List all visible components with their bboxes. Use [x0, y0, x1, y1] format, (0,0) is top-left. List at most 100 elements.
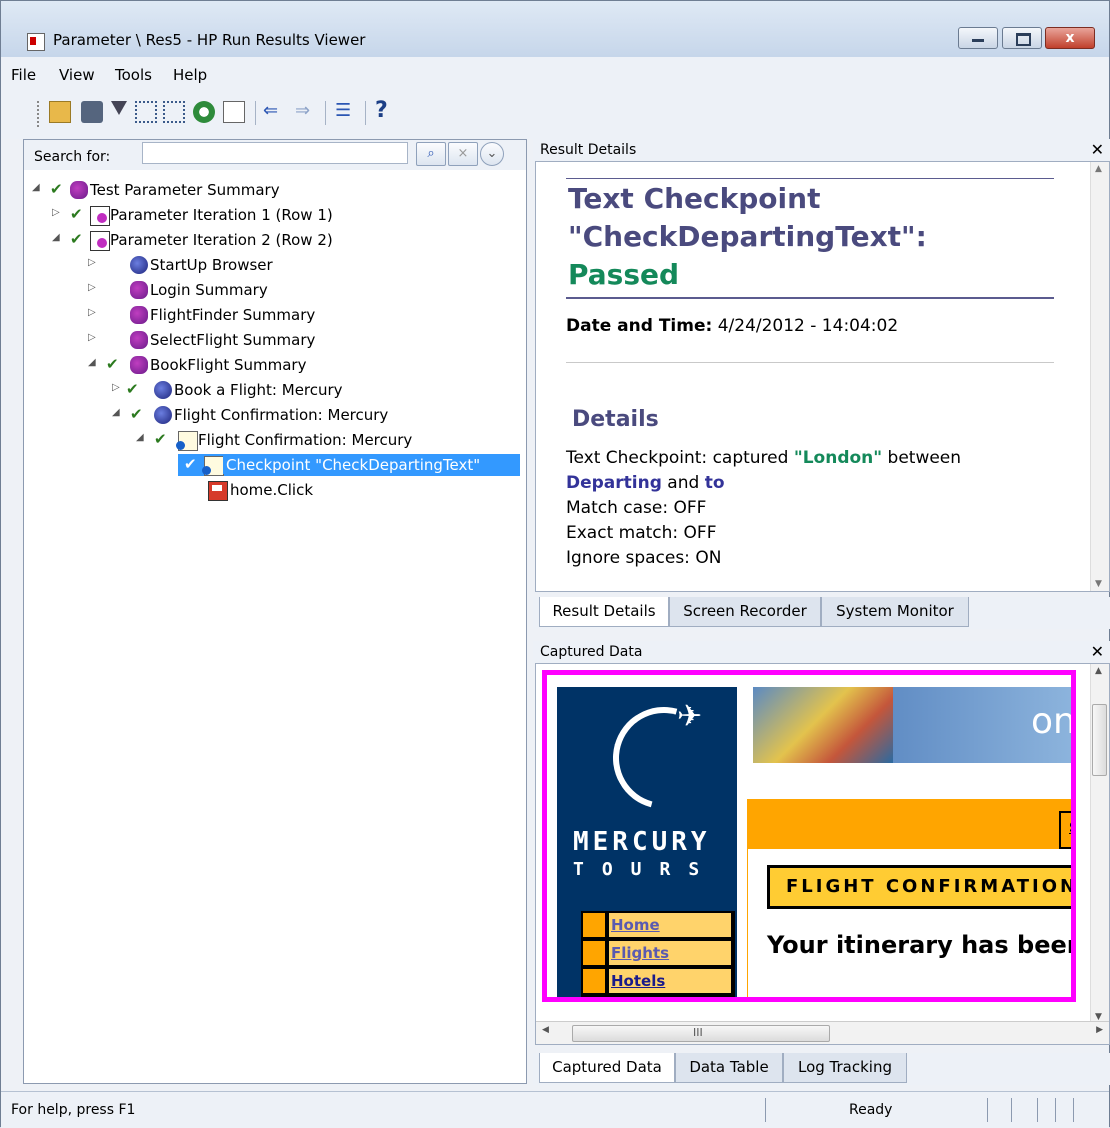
expanded-arrow-icon[interactable]: ◢ — [112, 407, 120, 418]
divider — [566, 178, 1054, 179]
toolbar-grip[interactable] — [37, 101, 43, 127]
search-button[interactable]: ⌕ — [416, 142, 446, 166]
app-icon — [27, 33, 45, 51]
passed-check-icon: ✔ — [70, 230, 83, 248]
menu-help[interactable]: Help — [173, 66, 207, 84]
scroll-thumb[interactable]: III — [572, 1025, 830, 1042]
mercury-banner: on — [753, 687, 1071, 763]
flight-confirmation-banner: FLIGHT CONFIRMATION — [767, 865, 1071, 909]
scroll-thumb[interactable] — [1092, 704, 1107, 776]
find-icon[interactable] — [193, 101, 215, 123]
tab-system-monitor[interactable]: System Monitor — [821, 597, 969, 627]
forward-icon[interactable]: ⇒ — [295, 101, 317, 123]
toolbar-separator — [365, 101, 366, 125]
passed-check-icon: ✔ — [130, 405, 143, 423]
menu-tools[interactable]: Tools — [115, 66, 152, 84]
captured-horizontal-scrollbar[interactable]: ◀ III ▶ — [536, 1021, 1109, 1044]
nav-link-home[interactable]: Home — [609, 913, 731, 937]
print-icon[interactable] — [81, 101, 103, 123]
passed-check-icon: ✔ — [50, 180, 63, 198]
orange-bar-box[interactable]: S — [1059, 811, 1071, 849]
collapsed-arrow-icon[interactable]: ▷ — [52, 207, 60, 218]
minimize-icon — [972, 39, 984, 42]
nav-bullet — [583, 941, 605, 965]
iteration-icon — [90, 231, 110, 251]
app-window: Parameter \ Res5 - HP Run Results Viewer… — [0, 0, 1110, 1128]
nav-item[interactable]: Hotels — [583, 967, 733, 995]
clear-icon: × — [457, 146, 469, 161]
minimize-button[interactable] — [958, 27, 998, 49]
scroll-down-icon[interactable]: ▼ — [1095, 579, 1102, 589]
nav-item[interactable]: Flights — [583, 939, 733, 967]
tab-result-details[interactable]: Result Details — [539, 597, 669, 627]
scroll-up-icon[interactable]: ▲ — [1095, 666, 1102, 676]
status-separator — [1055, 1098, 1056, 1122]
details-suffix: between — [882, 448, 962, 468]
result-details-panel: Result Details ✕ Text Checkpoint "CheckD… — [533, 139, 1110, 631]
scroll-left-icon[interactable]: ◀ — [542, 1025, 549, 1035]
tab-log-tracking[interactable]: Log Tracking — [783, 1053, 907, 1083]
search-row: Search for: ⌕ × ⌄ — [24, 140, 526, 170]
collapsed-arrow-icon[interactable]: ▷ — [112, 382, 120, 393]
search-options-button[interactable]: ⌄ — [480, 142, 504, 166]
filter-icon[interactable] — [111, 101, 127, 115]
chevron-down-icon: ⌄ — [486, 146, 498, 161]
search-input[interactable] — [142, 142, 408, 164]
expand-all-icon[interactable] — [135, 101, 157, 123]
expanded-arrow-icon[interactable]: ◢ — [88, 357, 96, 368]
menu-view[interactable]: View — [59, 66, 95, 84]
date-time: Date and Time: 4/24/2012 - 14:04:02 — [566, 316, 898, 336]
tree-node-label: Checkpoint "CheckDepartingText" — [223, 456, 484, 474]
collapsed-arrow-icon[interactable]: ▷ — [88, 307, 96, 318]
click-step-icon — [208, 481, 228, 501]
list-icon[interactable]: ☰ — [335, 101, 357, 123]
nav-link-flights[interactable]: Flights — [609, 941, 731, 965]
status-separator — [1011, 1098, 1012, 1122]
passed-check-icon: ✔ — [70, 205, 83, 223]
expanded-arrow-icon[interactable]: ◢ — [136, 432, 144, 443]
result-details-header: Result Details ✕ — [533, 139, 1110, 161]
status-passed: Passed — [568, 258, 680, 291]
passed-check-icon: ✔ — [184, 455, 197, 473]
nav-item[interactable]: Home — [583, 911, 733, 939]
collapsed-arrow-icon[interactable]: ▷ — [88, 282, 96, 293]
open-icon[interactable] — [49, 101, 71, 123]
collapsed-arrow-icon[interactable]: ▷ — [88, 332, 96, 343]
collapse-all-icon[interactable] — [163, 101, 185, 123]
close-icon[interactable]: ✕ — [1091, 642, 1104, 661]
plane-icon: ✈ — [677, 699, 703, 734]
captured-vertical-scrollbar[interactable]: ▲ ▼ — [1090, 664, 1109, 1024]
tree-node-label: Parameter Iteration 2 (Row 2) — [110, 231, 333, 249]
toolbar-separator — [255, 101, 256, 125]
close-button[interactable]: x — [1045, 27, 1095, 49]
status-help: For help, press F1 — [11, 1102, 136, 1118]
toolbar-separator — [325, 101, 326, 125]
maximize-button[interactable] — [1002, 27, 1042, 49]
menu-file[interactable]: File — [11, 66, 36, 84]
passed-check-icon: ✔ — [154, 430, 167, 448]
tab-data-table[interactable]: Data Table — [675, 1053, 783, 1083]
result-details-body: Text Checkpoint "CheckDepartingText": Pa… — [535, 161, 1110, 592]
help-icon[interactable]: ? — [375, 100, 397, 123]
close-icon[interactable]: ✕ — [1091, 140, 1104, 159]
tab-captured-data[interactable]: Captured Data — [539, 1053, 675, 1083]
nav-link-hotels[interactable]: Hotels — [609, 969, 731, 993]
tab-screen-recorder[interactable]: Screen Recorder — [669, 597, 821, 627]
scroll-right-icon[interactable]: ▶ — [1096, 1025, 1103, 1035]
ignore-spaces: Ignore spaces: ON — [566, 548, 722, 568]
details-scrollbar[interactable]: ▲ ▼ — [1090, 162, 1109, 591]
expanded-arrow-icon[interactable]: ◢ — [32, 182, 40, 193]
scroll-up-icon[interactable]: ▲ — [1095, 164, 1102, 174]
status-separator — [765, 1098, 766, 1122]
expanded-arrow-icon[interactable]: ◢ — [52, 232, 60, 243]
tree-node-label: Login Summary — [150, 281, 268, 299]
action-summary-icon — [130, 356, 148, 374]
mercury-sidebar: ✈ MERCURY TOURS Home Flights Hotels — [557, 687, 737, 997]
back-icon[interactable]: ⇐ — [263, 101, 285, 123]
match-case: Match case: OFF — [566, 498, 707, 518]
collapsed-arrow-icon[interactable]: ▷ — [88, 257, 96, 268]
clear-search-button[interactable]: × — [448, 142, 478, 166]
tree-node-selected[interactable]: ✔ Checkpoint "CheckDepartingText" — [160, 454, 520, 477]
export-icon[interactable] — [223, 101, 245, 123]
captured-data-body: ✈ MERCURY TOURS Home Flights Hotels on S — [535, 663, 1110, 1045]
